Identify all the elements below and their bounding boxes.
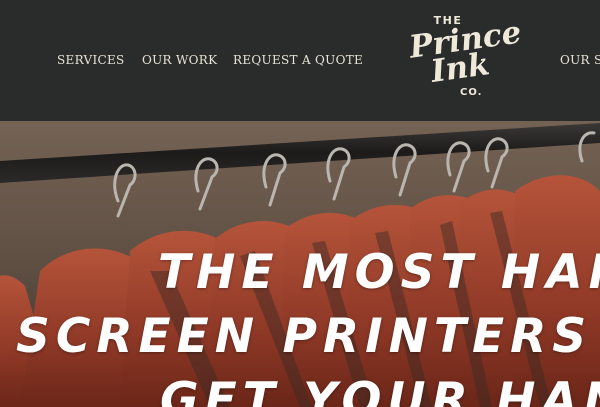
hero-headline-line-3: GET YOUR HAND [160, 373, 600, 407]
hero-section: THE MOST HAND SCREEN PRINTERS YO GET YOU… [0, 121, 600, 407]
page: SERVICES OUR WORK REQUEST A QUOTE THE Pr… [0, 0, 600, 407]
site-logo[interactable]: THE Prince Ink CO. [405, 10, 523, 105]
nav-link-services[interactable]: SERVICES [57, 53, 125, 67]
hero-headline-line-2: SCREEN PRINTERS YO [16, 309, 600, 364]
nav-link-our-story[interactable]: OUR ST [560, 53, 600, 67]
hero-headline-line-1: THE MOST HAND [158, 245, 600, 300]
logo-co-text: CO. [460, 87, 483, 98]
logo-ink-text: Ink [428, 46, 492, 90]
site-header: SERVICES OUR WORK REQUEST A QUOTE THE Pr… [0, 0, 600, 121]
nav-link-request-quote[interactable]: REQUEST A QUOTE [233, 53, 363, 67]
nav-link-our-work[interactable]: OUR WORK [142, 53, 217, 67]
